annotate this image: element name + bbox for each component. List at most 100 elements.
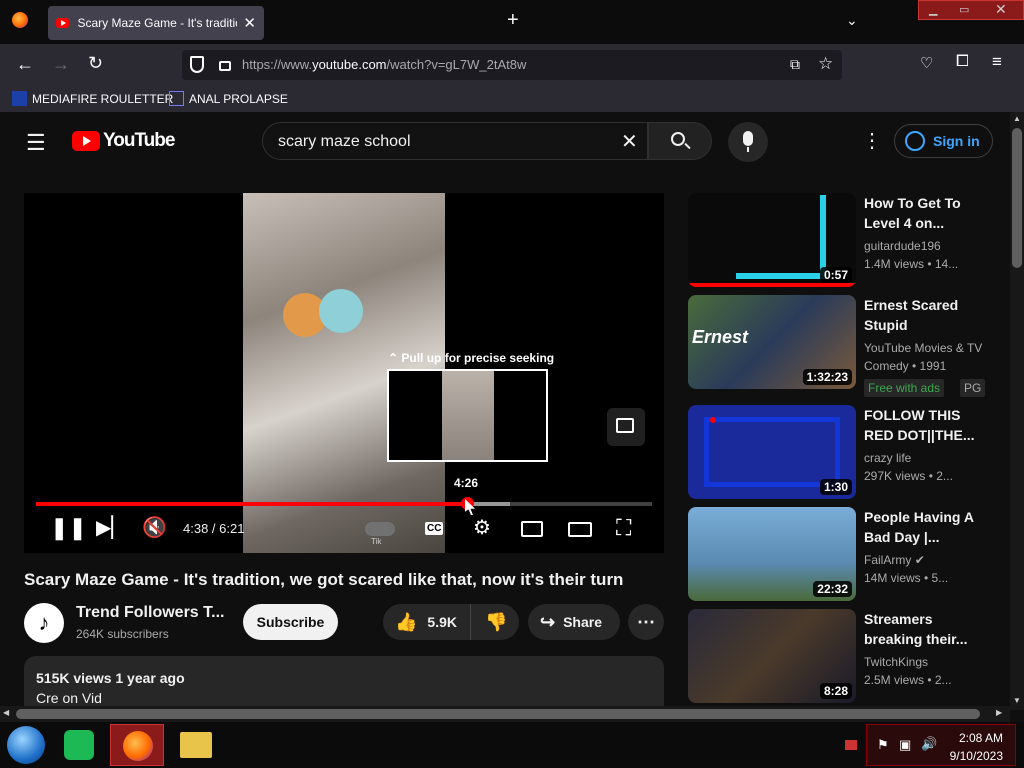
horizontal-scroll-thumb[interactable] (16, 709, 980, 719)
miniplayer-icon[interactable] (521, 521, 543, 537)
recommendation-channel: crazy life (864, 451, 912, 465)
new-tab-button[interactable]: + (507, 9, 519, 32)
spotify-icon[interactable] (64, 730, 94, 760)
share-button[interactable]: ↪ Share (528, 604, 620, 640)
next-icon[interactable]: ▶▏ (96, 515, 127, 540)
bookmark-label: ANAL PROLAPSE (189, 91, 288, 106)
scroll-down-icon[interactable]: ▼ (1013, 696, 1021, 705)
subscriber-count: 264K subscribers (76, 627, 169, 641)
start-orb-icon[interactable] (7, 726, 45, 764)
exit-miniplayer-icon[interactable] (607, 408, 645, 446)
minimize-icon[interactable]: ▁ (929, 3, 937, 16)
views-and-date: 515K views 1 year ago (36, 670, 185, 686)
forward-icon[interactable]: → (52, 54, 70, 75)
reload-icon[interactable]: ↻ (88, 53, 103, 74)
subscribe-button[interactable]: Subscribe (243, 604, 338, 640)
pause-icon[interactable]: ❚❚ (50, 515, 87, 541)
close-window-icon[interactable]: ✕ (995, 1, 1007, 18)
youtube-page: ☰ YouTube scary maze school ✕ ⋮ Sign in … (0, 112, 1010, 710)
mute-icon[interactable]: 🔇 (142, 515, 167, 540)
theater-mode-icon[interactable] (568, 522, 592, 537)
volume-icon[interactable]: 🔊 (921, 736, 937, 752)
search-button[interactable] (648, 122, 712, 160)
hamburger-menu-icon[interactable]: ≡ (992, 52, 1002, 72)
extensions-icon[interactable]: ⧠ (956, 53, 969, 71)
firefox-menu-icon[interactable] (12, 12, 28, 28)
recommendation-channel: guitardude196 (864, 239, 941, 253)
scroll-right-icon[interactable]: ▶ (996, 708, 1002, 717)
tray-notification-icon[interactable] (845, 740, 857, 750)
youtube-logo[interactable]: YouTube (72, 130, 175, 152)
recommendation-item[interactable]: Ernest 1:32:23 Ernest Scared Stupid YouT… (688, 295, 988, 397)
back-icon[interactable]: ← (16, 54, 34, 75)
recommendation-item[interactable]: 1:30 FOLLOW THIS RED DOT||THE... crazy l… (688, 405, 988, 499)
more-actions-button[interactable]: ⋯ (628, 604, 664, 640)
bookmark-second[interactable]: ANAL PROLAPSE (169, 91, 288, 106)
like-dislike-group: 👍 5.9K 👎 (383, 604, 519, 640)
recommendation-stats: 1.4M views • 14... (864, 257, 959, 271)
rating-badge: PG (960, 379, 986, 397)
recommendation-channel-line2: Comedy • 1991 (864, 359, 947, 373)
recommendation-thumbnail[interactable]: 8:28 (688, 609, 856, 703)
recommendation-title: Ernest Scared Stupid (864, 297, 959, 333)
description-box[interactable]: 515K views 1 year ago Cre on Vid (24, 656, 664, 710)
youtube-wordmark: YouTube (103, 130, 175, 151)
video-player[interactable]: Tik ⌃ Pull up for precise seeking 4:26 ❚… (24, 193, 664, 553)
firefox-icon (123, 731, 153, 761)
network-icon[interactable]: ▣ (899, 737, 911, 753)
restore-icon[interactable]: ▭ (959, 3, 969, 16)
shield-icon[interactable] (190, 56, 204, 73)
clear-search-icon[interactable]: ✕ (621, 129, 638, 154)
vertical-scrollbar[interactable]: ▲ ▼ (1010, 112, 1024, 710)
lock-icon[interactable] (219, 61, 231, 71)
recommendation-thumbnail[interactable]: 1:30 (688, 405, 856, 499)
url-text[interactable]: https://www.youtube.com/watch?v=gL7W_2tA… (242, 57, 526, 72)
file-explorer-icon[interactable] (180, 732, 212, 758)
search-input[interactable]: scary maze school ✕ (262, 122, 648, 160)
search-icon (671, 132, 685, 146)
browser-navbar: ← → ↻ https://www.youtube.com/watch?v=gL… (0, 44, 1024, 86)
recommendation-thumbnail[interactable]: 0:57 (688, 193, 856, 287)
bookmark-mediafire[interactable]: MEDIAFIRE ROULETTER (12, 91, 173, 106)
action-center-flag-icon[interactable]: ⚑ (877, 737, 889, 753)
browser-titlebar: Scary Maze Game - It's tradition ✕ + ⌄ ▁… (0, 0, 1024, 44)
fullscreen-icon[interactable]: ⛶ (616, 515, 631, 541)
tab-close-icon[interactable]: ✕ (243, 14, 256, 32)
channel-name[interactable]: Trend Followers T... (76, 604, 224, 622)
scroll-up-icon[interactable]: ▲ (1013, 114, 1021, 123)
recommendation-channel: FailArmy ✔ (864, 553, 925, 567)
tab-list-chevron-icon[interactable]: ⌄ (846, 12, 858, 29)
thumbs-up-icon: 👍 (395, 611, 418, 632)
pocket-icon[interactable]: ♡ (920, 54, 933, 72)
progress-bar[interactable] (36, 497, 652, 510)
sign-in-button[interactable]: Sign in (894, 124, 993, 158)
more-settings-icon[interactable]: ⋮ (862, 128, 882, 153)
guide-menu-icon[interactable]: ☰ (26, 130, 46, 156)
settings-gear-icon[interactable]: ⚙ (473, 515, 491, 540)
clock[interactable]: 2:08 AM 9/10/2023 (950, 729, 1003, 765)
bookmark-star-icon[interactable]: ☆ (818, 54, 833, 74)
autoplay-toggle[interactable] (365, 522, 395, 536)
recommendation-thumbnail[interactable]: Ernest 1:32:23 (688, 295, 856, 389)
scroll-left-icon[interactable]: ◀ (3, 708, 9, 717)
translate-icon[interactable]: ⧉ (790, 56, 800, 73)
verified-icon: ✔ (914, 553, 925, 567)
tab-youtube[interactable]: Scary Maze Game - It's tradition ✕ (48, 6, 264, 40)
recommendation-item[interactable]: 8:28 Streamers breaking their... TwitchK… (688, 609, 988, 703)
voice-search-button[interactable] (728, 122, 768, 162)
dislike-button[interactable]: 👎 (471, 612, 507, 633)
firefox-taskbar-button[interactable] (110, 724, 164, 766)
recommendation-item[interactable]: 0:57 How To Get To Level 4 on... guitard… (688, 193, 988, 287)
scroll-thumb[interactable] (1012, 128, 1022, 268)
like-button[interactable]: 👍 5.9K (383, 604, 471, 640)
recommendation-stats: 297K views • 2... (864, 469, 953, 483)
played-bar (36, 502, 468, 506)
horizontal-scrollbar[interactable]: ◀ ▶ (0, 706, 1010, 722)
captions-button[interactable]: CC (425, 522, 444, 535)
url-bar[interactable]: https://www.youtube.com/watch?v=gL7W_2tA… (182, 50, 842, 80)
channel-avatar[interactable]: ♪ (24, 603, 64, 643)
recommendation-item[interactable]: 22:32 People Having A Bad Day |... FailA… (688, 507, 988, 601)
recommendation-thumbnail[interactable]: 22:32 (688, 507, 856, 601)
clock-time: 2:08 AM (958, 731, 1003, 745)
recommendation-stats: 14M views • 5... (864, 571, 949, 585)
